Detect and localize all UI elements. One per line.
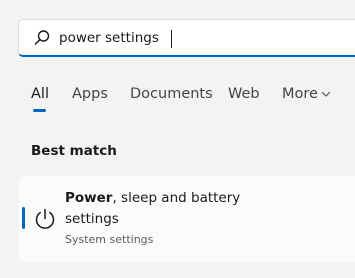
active-tab-indicator: [33, 109, 46, 112]
result-subtitle: System settings: [65, 233, 154, 246]
search-input[interactable]: [59, 26, 259, 50]
power-icon: [35, 208, 55, 229]
search-box[interactable]: [18, 19, 355, 57]
chevron-down-icon: [321, 91, 331, 97]
selection-accent: [22, 207, 25, 229]
text-caret: [171, 30, 172, 48]
tab-apps[interactable]: Apps: [72, 84, 108, 104]
tab-more-label: More: [282, 86, 318, 102]
tab-web[interactable]: Web: [228, 84, 260, 104]
tab-more[interactable]: More: [282, 84, 331, 104]
section-title-best-match: Best match: [31, 143, 117, 159]
tab-documents[interactable]: Documents: [130, 84, 213, 104]
search-filter-tabs: All Apps Documents Web More: [31, 84, 355, 114]
search-icon: [34, 30, 50, 45]
best-match-result[interactable]: Power, sleep and battery settings System…: [19, 176, 355, 262]
tab-all[interactable]: All: [31, 84, 49, 104]
result-title-bold: Power: [65, 190, 113, 206]
result-title: Power, sleep and battery settings: [65, 188, 245, 230]
